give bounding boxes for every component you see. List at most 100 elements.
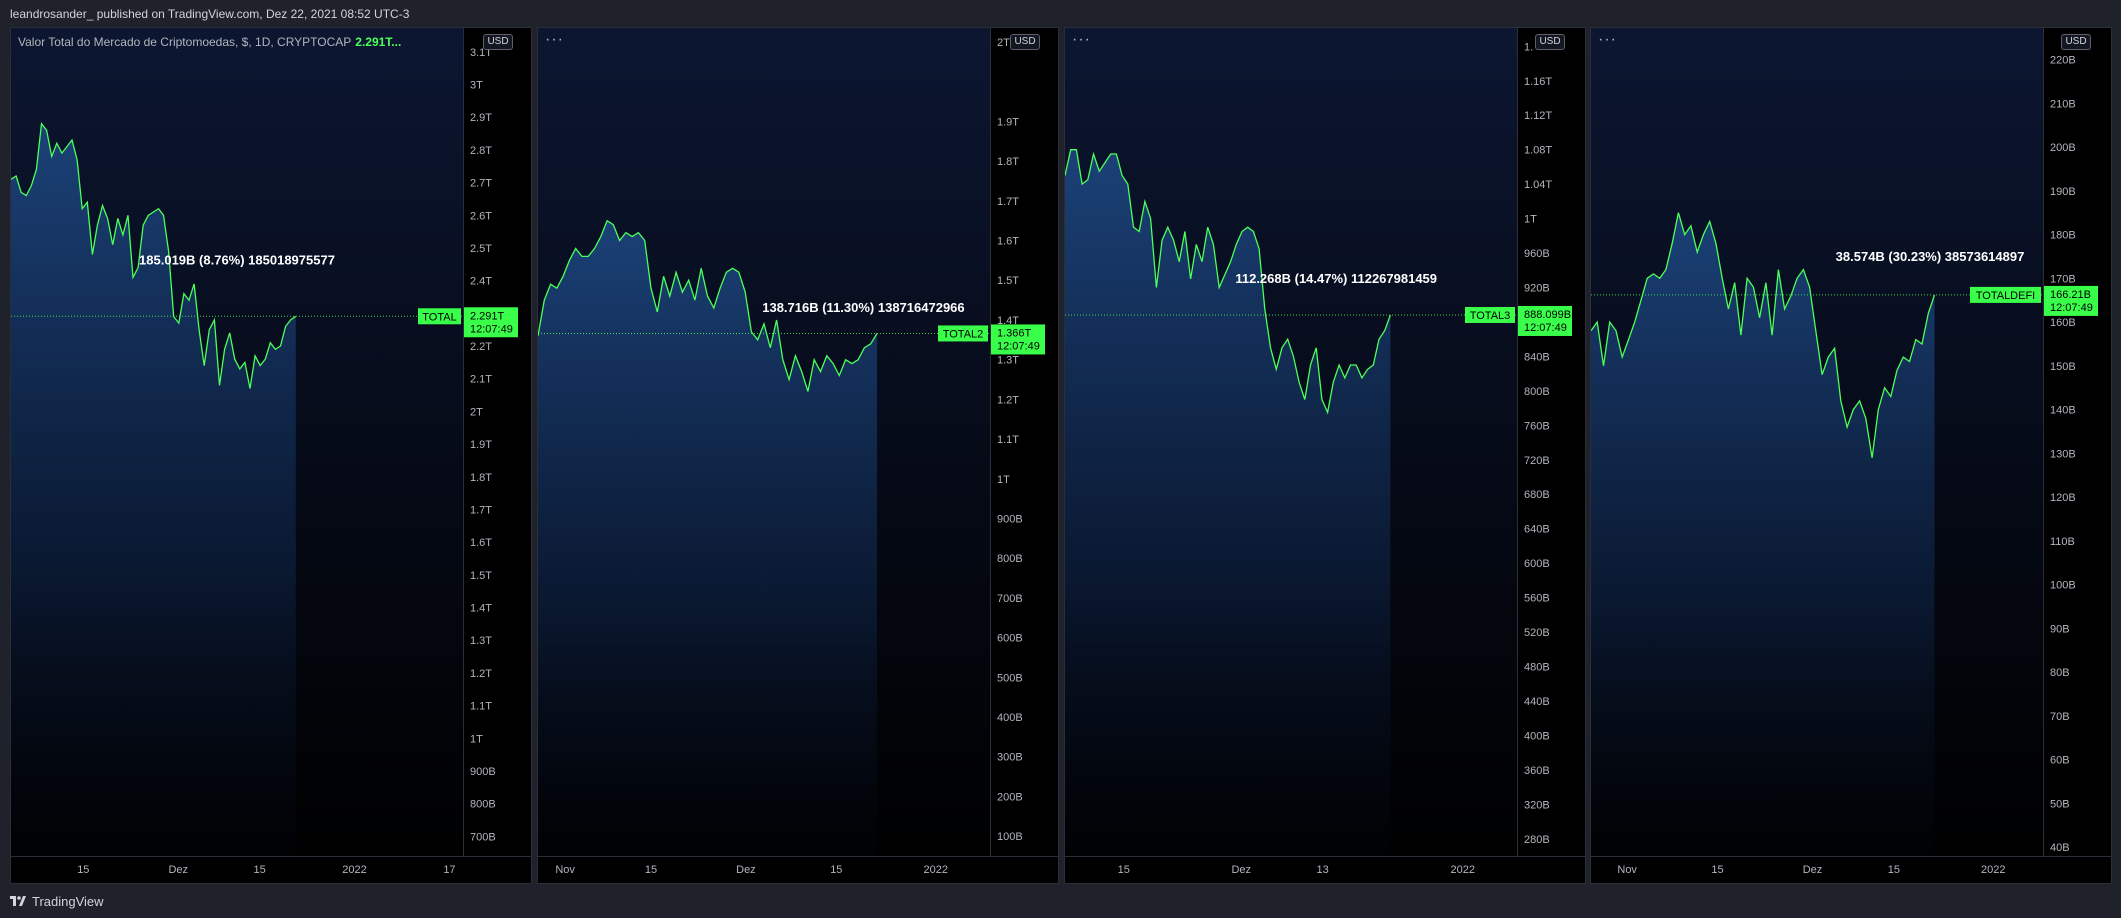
y-tick-label: 1.9T <box>997 116 1019 128</box>
y-tick-label: 40B <box>2050 842 2070 854</box>
measure-annotation: 112.268B (14.47%) 112267981459 <box>1235 271 1437 286</box>
y-tick-label: 440B <box>1524 696 1550 708</box>
y-tick-label: 2.5T <box>470 243 492 255</box>
x-tick-label: 15 <box>253 864 265 876</box>
y-tick-label: 400B <box>997 712 1023 724</box>
y-tick-label: 80B <box>2050 667 2070 679</box>
y-tick-label: 900B <box>470 766 496 778</box>
currency-button[interactable]: USD <box>483 34 513 50</box>
y-tick-label: 1.2T <box>470 668 492 680</box>
measure-annotation: 185.019B (8.76%) 185018975577 <box>139 252 335 267</box>
y-tick-label: 100B <box>997 831 1023 843</box>
x-tick-label: 15 <box>77 864 89 876</box>
time-axis[interactable] <box>538 856 1058 883</box>
y-tick-label: 920B <box>1524 282 1550 294</box>
y-tick-label: 1.5T <box>470 570 492 582</box>
footer-brand: TradingView <box>32 893 104 909</box>
y-tick-label: 400B <box>1524 730 1550 742</box>
chart-panel-totaldefi[interactable]: 220B 210B 200B 190B 180B 170B 160B 150B 140B 130B… <box>1590 27 2112 884</box>
y-tick-label: 2.2T <box>470 341 492 353</box>
chart-panel-total2[interactable]: 2T 1.9T 1.8T 1.7T 1.6T 1.5T 1.4T 1.3T 1.2T 1.1T 1T… <box>537 27 1059 884</box>
y-tick-label: 700B <box>470 831 496 843</box>
y-tick-label: 2T <box>470 406 483 418</box>
last-price-label: 888.099B <box>1524 309 1571 321</box>
y-tick-label: 1.7T <box>470 504 492 516</box>
more-options-icon[interactable]: ··· <box>545 31 564 49</box>
y-tick-label: 1.12T <box>1524 110 1552 122</box>
chart-total3-svg[interactable]: 1. 1.16T 1.12T 1.08T 1.04T 1T 960B 920B 840B 800B… <box>1065 28 1585 883</box>
y-tick-label: 1.6T <box>997 236 1019 248</box>
chart-total2-svg[interactable]: 2T1.9T1.8T1.7T1.6T1.5T1.4T1.3T1.2T1.1T1T… <box>538 28 1058 883</box>
y-tick-label: 960B <box>1524 248 1550 260</box>
y-tick-label: 1.7T <box>997 196 1019 208</box>
y-tick-label: 320B <box>1524 799 1550 811</box>
ticker-label: TOTAL2 <box>943 328 984 340</box>
y-tick-label: 800B <box>1524 386 1550 398</box>
y-tick-label: 2.7T <box>470 178 492 190</box>
y-tick-label: 300B <box>997 752 1023 764</box>
more-options-icon[interactable]: ··· <box>1598 31 1617 49</box>
y-tick-label: 500B <box>997 672 1023 684</box>
x-tick-label: 15 <box>1888 864 1900 876</box>
y-tick-label: 210B <box>2050 98 2076 110</box>
chart-totaldefi-svg[interactable]: 220B 210B 200B 190B 180B 170B 160B 150B 140B 130B… <box>1591 28 2111 883</box>
y-tick-label: 140B <box>2050 405 2076 417</box>
x-tick-label: Nov <box>1617 864 1637 876</box>
currency-button[interactable]: USD <box>1010 34 1040 50</box>
x-tick-label: 15 <box>830 864 842 876</box>
x-tick-label: Dez <box>736 864 756 876</box>
y-tick-label: 70B <box>2050 711 2070 723</box>
chart-panel-total[interactable]: 3.1T 3T 2.9T 2.8T 2.7T 2.6T 2.5T 2.4T 2.2T 2.1T 2T… <box>10 27 532 884</box>
measure-annotation: 138.716B (11.30%) 138716472966 <box>762 300 964 315</box>
y-tick-label: 200B <box>997 791 1023 803</box>
y-tick-label: 90B <box>2050 623 2070 635</box>
bar-countdown: 12:07:49 <box>1524 322 1567 334</box>
y-tick-label: 1.4T <box>470 603 492 615</box>
y-tick-label: 130B <box>2050 448 2076 460</box>
bar-countdown: 12:07:49 <box>2050 302 2093 314</box>
footer: TradingView <box>10 891 104 911</box>
measure-annotation: 38.574B (30.23%) 38573614897 <box>1836 249 2025 264</box>
ticker-label: TOTAL3 <box>1470 310 1511 322</box>
y-tick-label: 2.9T <box>470 112 492 124</box>
chart-legend: Valor Total do Mercado de Criptomoedas, … <box>18 35 401 49</box>
y-tick-label: 2.4T <box>470 276 492 288</box>
tradingview-logo-icon <box>10 896 26 906</box>
y-tick-label: 800B <box>470 799 496 811</box>
x-tick-label: 15 <box>1118 864 1130 876</box>
y-tick-label: 1.5T <box>997 275 1019 287</box>
x-tick-label: Dez <box>168 864 188 876</box>
y-tick-label: 600B <box>997 633 1023 645</box>
y-tick-label: 1.3T <box>470 635 492 647</box>
chart-total-svg[interactable]: 3.1T3T2.9T2.8T2.7T2.6T2.5T2.4T2.2T2.1T2T… <box>11 28 531 883</box>
y-tick-label: 200B <box>2050 142 2076 154</box>
y-tick-label: 480B <box>1524 661 1550 673</box>
last-price-label: 166.21B <box>2050 289 2091 301</box>
y-tick-label: 700B <box>997 593 1023 605</box>
last-price-label: 2.291T <box>470 310 505 322</box>
currency-button[interactable]: USD <box>2061 34 2091 50</box>
bar-countdown: 12:07:49 <box>470 323 513 335</box>
y-tick-label: 120B <box>2050 492 2076 504</box>
time-axis[interactable] <box>1591 856 2111 883</box>
y-tick-label: 1.9T <box>470 439 492 451</box>
y-tick-label: 2T <box>997 37 1010 49</box>
x-tick-label: 2022 <box>1451 864 1475 876</box>
y-tick-label: 720B <box>1524 455 1550 467</box>
y-tick-label: 280B <box>1524 834 1550 846</box>
y-tick-label: 1.8T <box>470 472 492 484</box>
last-price-label: 1.366T <box>997 327 1032 339</box>
y-tick-label: 1.8T <box>997 156 1019 168</box>
bar-countdown: 12:07:49 <box>997 340 1040 352</box>
more-options-icon[interactable]: ··· <box>1072 31 1091 49</box>
currency-button[interactable]: USD <box>1535 34 1565 50</box>
y-tick-label: 760B <box>1524 420 1550 432</box>
chart-panel-total3[interactable]: 1. 1.16T 1.12T 1.08T 1.04T 1T 960B 920B 840B 800B… <box>1064 27 1586 884</box>
x-tick-label: Nov <box>555 864 575 876</box>
y-tick-label: 150B <box>2050 361 2076 373</box>
y-tick-label: 560B <box>1524 593 1550 605</box>
y-tick-label: 360B <box>1524 765 1550 777</box>
y-tick-label: 800B <box>997 553 1023 565</box>
y-tick-label: 220B <box>2050 55 2076 67</box>
y-tick-label: 2.1T <box>470 374 492 386</box>
